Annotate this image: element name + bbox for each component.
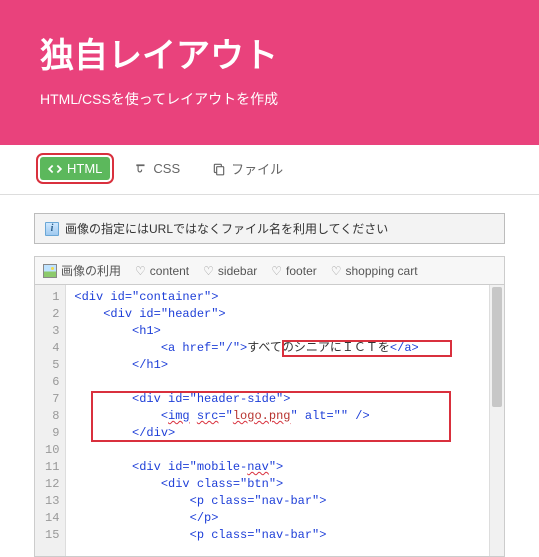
notice-text: 画像の指定にはURLではなくファイル名を利用してください: [65, 220, 388, 237]
info-icon: i: [45, 222, 59, 236]
tool-sidebar[interactable]: sidebar: [203, 264, 257, 278]
tab-css[interactable]: CSS: [126, 157, 188, 180]
page-title: 独自レイアウト: [40, 28, 499, 77]
paint-icon: [134, 162, 148, 176]
tool-cart[interactable]: shopping cart: [331, 264, 418, 278]
tool-content[interactable]: content: [135, 264, 189, 278]
heart-icon: [203, 264, 214, 278]
code-editor[interactable]: 1 2 3 4 5 6 7 8 9 10 11 12 13 14 15 <div…: [34, 285, 505, 557]
line-gutter: 1 2 3 4 5 6 7 8 9 10 11 12 13 14 15: [35, 285, 66, 556]
heart-icon: [271, 264, 282, 278]
tool-label: sidebar: [218, 264, 257, 278]
editor-toolbar: 画像の利用 content sidebar footer shopping ca…: [34, 256, 505, 285]
page-header: 独自レイアウト HTML/CSSを使ってレイアウトを作成: [0, 0, 539, 145]
tab-label: HTML: [67, 161, 102, 176]
notice-bar: i 画像の指定にはURLではなくファイル名を利用してください: [34, 213, 505, 244]
code-icon: [48, 162, 62, 176]
scrollbar-thumb[interactable]: [492, 287, 502, 407]
heart-icon: [135, 264, 146, 278]
tool-footer[interactable]: footer: [271, 264, 316, 278]
code-area[interactable]: <div id="container"> <div id="header"> <…: [66, 285, 504, 556]
tab-label: CSS: [153, 161, 180, 176]
tab-label: ファイル: [231, 159, 283, 178]
content-area: i 画像の指定にはURLではなくファイル名を利用してください 画像の利用 con…: [0, 195, 539, 557]
tool-label: content: [150, 264, 189, 278]
tool-label: shopping cart: [346, 264, 418, 278]
scrollbar[interactable]: [489, 285, 504, 556]
page-subtitle: HTML/CSSを使ってレイアウトを作成: [40, 89, 499, 109]
tab-file[interactable]: ファイル: [204, 155, 291, 182]
copy-icon: [212, 162, 226, 176]
tool-image[interactable]: 画像の利用: [43, 262, 121, 279]
tab-html[interactable]: HTML: [40, 157, 110, 180]
tool-label: 画像の利用: [61, 262, 121, 279]
tool-label: footer: [286, 264, 317, 278]
tab-bar: HTML CSS ファイル: [0, 145, 539, 195]
image-icon: [43, 264, 57, 278]
heart-icon: [331, 264, 342, 278]
